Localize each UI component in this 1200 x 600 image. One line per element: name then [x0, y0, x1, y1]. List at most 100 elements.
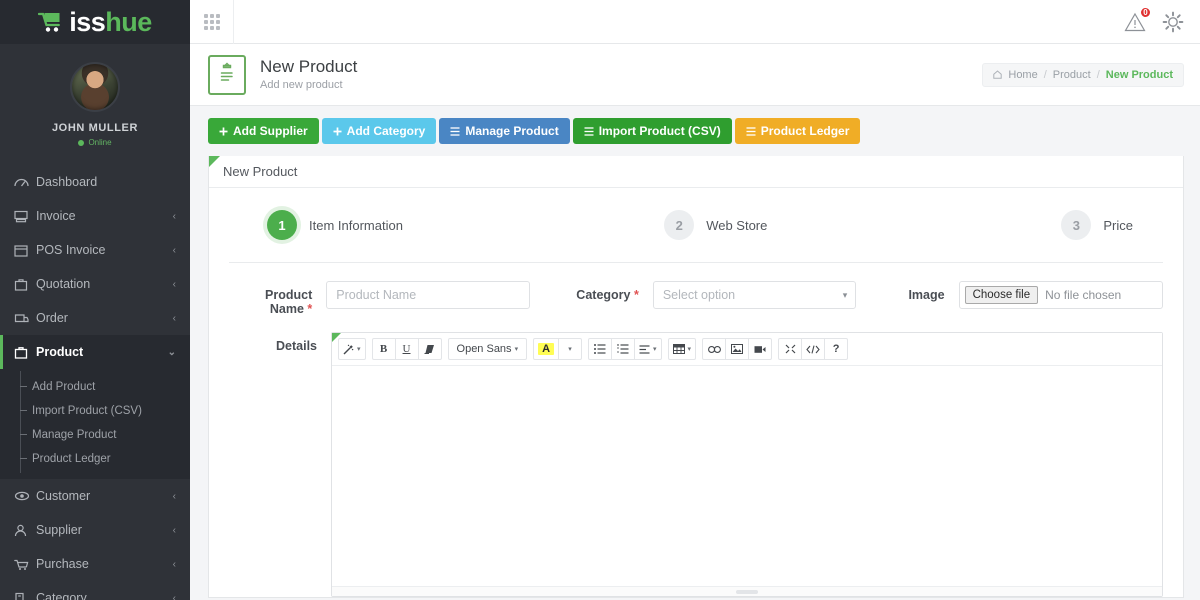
image-file-input[interactable]: Choose file No file chosen — [959, 281, 1163, 309]
submenu-item-product-ledger[interactable]: Product Ledger — [0, 447, 190, 471]
wizard-step-price[interactable]: 3 Price — [1061, 210, 1133, 240]
sidebar-item-order[interactable]: Order ‹ — [0, 301, 190, 335]
editor-group-table: ▾ — [668, 338, 697, 360]
content-area: Add Supplier Add Category Manage Product — [190, 106, 1200, 600]
submenu-item-label: Add Product — [32, 381, 95, 393]
submenu-item-label: Manage Product — [32, 429, 116, 441]
editor-content-area[interactable] — [332, 366, 1162, 586]
wizard-step-web-store[interactable]: 2 Web Store — [664, 210, 1061, 240]
submenu-item-label: Product Ledger — [32, 453, 111, 465]
required-marker: * — [634, 288, 639, 302]
sidebar-item-label: Customer — [36, 489, 173, 503]
sidebar-item-quotation[interactable]: Quotation ‹ — [0, 267, 190, 301]
home-icon — [993, 70, 1002, 79]
sidebar-item-supplier[interactable]: Supplier ‹ — [0, 513, 190, 547]
chevron-down-icon: ▾ — [843, 290, 848, 301]
fullscreen-icon[interactable] — [778, 338, 802, 360]
unordered-list-icon[interactable] — [588, 338, 612, 360]
font-color-dropdown[interactable]: ▾ — [558, 338, 582, 360]
form-row-primary: Product Name * Category * — [229, 281, 1163, 316]
manage-product-button[interactable]: Manage Product — [439, 118, 569, 144]
image-label: Image — [878, 281, 944, 302]
sidebar-item-pos-invoice[interactable]: POS Invoice ‹ — [0, 233, 190, 267]
align-left-icon[interactable]: ▾ — [634, 338, 662, 360]
app-grid-icon[interactable] — [190, 0, 234, 44]
brand-logo[interactable]: isshue — [0, 0, 190, 44]
breadcrumb-current: New Product — [1106, 69, 1173, 81]
remove-format-icon[interactable] — [418, 338, 442, 360]
wizard-steps: 1 Item Information 2 Web Store 3 Price — [229, 210, 1163, 240]
dashboard-icon — [14, 176, 36, 189]
list-icon — [746, 127, 756, 136]
breadcrumb-product[interactable]: Product — [1053, 69, 1091, 81]
submenu-item-manage-product[interactable]: Manage Product — [0, 423, 190, 447]
details-label: Details — [229, 332, 317, 353]
table-icon[interactable]: ▾ — [668, 338, 697, 360]
wizard-step-item-information[interactable]: 1 Item Information — [267, 210, 664, 240]
editor-resize-handle[interactable] — [332, 586, 1162, 596]
notification-badge: 0 — [1139, 6, 1152, 19]
product-ledger-button[interactable]: Product Ledger — [735, 118, 861, 144]
step-number: 1 — [267, 210, 297, 240]
font-color-button[interactable]: A — [533, 338, 559, 360]
corner-ribbon-icon — [332, 333, 341, 342]
highlight-letter: A — [538, 343, 554, 355]
chevron-icon: ‹ — [173, 525, 176, 536]
sidebar-item-product[interactable]: Product ⌄ — [0, 335, 190, 369]
chevron-icon: ‹ — [173, 559, 176, 570]
product-name-input[interactable] — [326, 281, 529, 309]
order-icon — [14, 312, 36, 325]
code-view-icon[interactable] — [801, 338, 825, 360]
new-product-panel: New Product 1 Item Information 2 Web Sto… — [208, 156, 1184, 598]
sidebar-item-label: Order — [36, 311, 173, 325]
video-icon[interactable] — [748, 338, 772, 360]
gear-icon[interactable] — [1162, 11, 1184, 33]
sidebar-item-category[interactable]: Category ‹ — [0, 581, 190, 600]
breadcrumb-home[interactable]: Home — [1008, 69, 1037, 81]
bold-button[interactable]: B — [372, 338, 396, 360]
breadcrumb-separator: / — [1097, 69, 1100, 81]
customer-icon — [14, 490, 36, 502]
chevron-icon: ‹ — [173, 279, 176, 290]
panel-header: New Product — [209, 156, 1183, 188]
chevron-down-icon: ⌄ — [168, 347, 176, 358]
sidebar-item-dashboard[interactable]: Dashboard — [0, 165, 190, 199]
warning-triangle-icon[interactable]: 0 — [1124, 12, 1146, 32]
product-icon — [14, 346, 36, 359]
sidebar-item-customer[interactable]: Customer ‹ — [0, 479, 190, 513]
font-name-select[interactable]: Open Sans ▾ — [448, 338, 528, 360]
add-supplier-button[interactable]: Add Supplier — [208, 118, 319, 144]
step-label: Web Store — [706, 218, 767, 233]
ordered-list-icon[interactable] — [611, 338, 635, 360]
button-label: Manage Product — [465, 125, 558, 137]
link-icon[interactable] — [702, 338, 726, 360]
submenu-item-add-product[interactable]: Add Product — [0, 375, 190, 399]
profile-name: JOHN MULLER — [0, 122, 190, 134]
chevron-icon: ‹ — [173, 211, 176, 222]
step-number: 2 — [664, 210, 694, 240]
import-product-csv-button[interactable]: Import Product (CSV) — [573, 118, 732, 144]
step-number: 3 — [1061, 210, 1091, 240]
sidebar-nav: Dashboard Invoice ‹ POS Invoice ‹ — [0, 161, 190, 600]
required-marker: * — [307, 302, 312, 316]
button-label: Import Product (CSV) — [599, 125, 721, 137]
sidebar-item-label: Supplier — [36, 523, 173, 537]
rich-text-editor: ▾ B U — [331, 332, 1163, 597]
step-label: Item Information — [309, 218, 403, 233]
button-label: Add Supplier — [233, 125, 308, 137]
sidebar-item-invoice[interactable]: Invoice ‹ — [0, 199, 190, 233]
category-select[interactable]: Select option ▾ — [653, 281, 856, 309]
magic-wand-icon[interactable]: ▾ — [338, 338, 366, 360]
choose-file-button[interactable]: Choose file — [965, 286, 1039, 304]
topbar-actions: 0 — [1124, 11, 1184, 33]
avatar[interactable] — [70, 62, 120, 112]
topbar: 0 — [190, 0, 1200, 44]
action-button-row: Add Supplier Add Category Manage Product — [208, 118, 1184, 144]
add-category-button[interactable]: Add Category — [322, 118, 437, 144]
picture-icon[interactable] — [725, 338, 749, 360]
underline-button[interactable]: U — [395, 338, 419, 360]
sidebar-item-purchase[interactable]: Purchase ‹ — [0, 547, 190, 581]
help-icon[interactable]: ? — [824, 338, 848, 360]
chevron-icon: ‹ — [173, 313, 176, 324]
submenu-item-import-product-csv[interactable]: Import Product (CSV) — [0, 399, 190, 423]
